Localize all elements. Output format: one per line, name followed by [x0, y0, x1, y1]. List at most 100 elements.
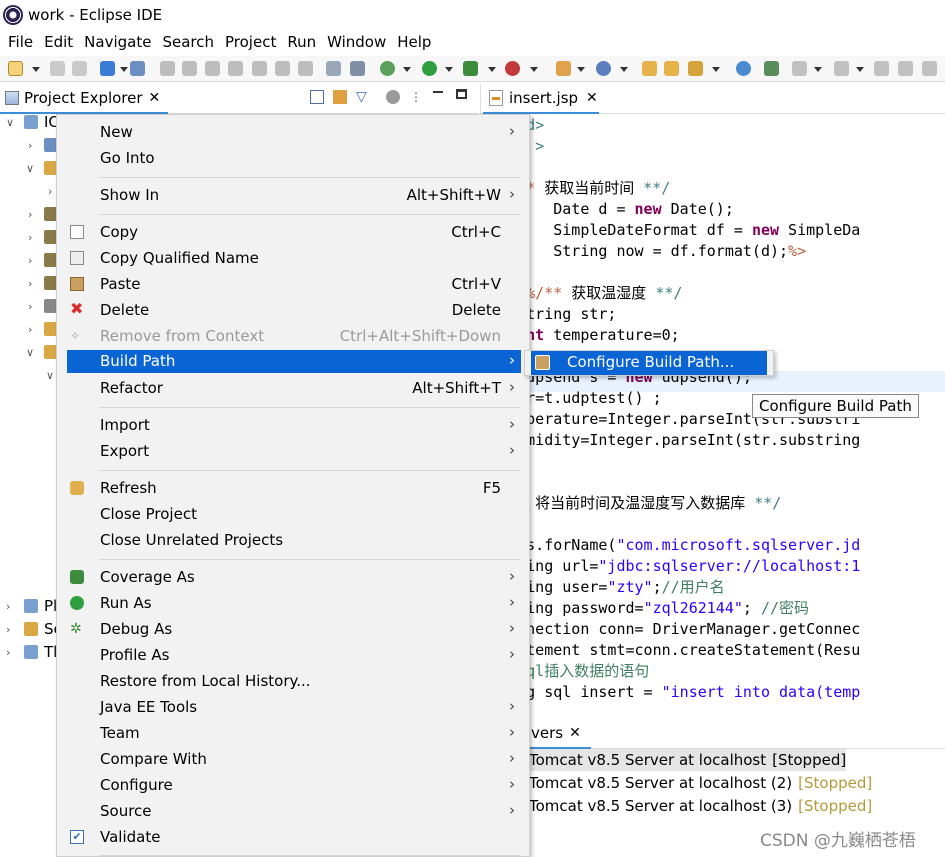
external-tools-icon[interactable] [505, 61, 520, 76]
open-resource-icon[interactable] [664, 61, 679, 76]
coverage-dropdown-icon[interactable] [488, 67, 496, 72]
server-item[interactable]: Tomcat v8.5 Server at localhost (3) [Stop… [529, 795, 872, 817]
coverage-icon[interactable] [463, 61, 478, 76]
debug-dropdown-icon[interactable] [403, 67, 411, 72]
collapse-all-icon[interactable] [310, 90, 324, 104]
resume-icon[interactable] [160, 61, 175, 76]
task-icon[interactable] [764, 61, 779, 76]
menu-item-source[interactable]: Source › [67, 799, 521, 825]
menu-item-configure[interactable]: Configure › [67, 773, 521, 799]
menu-item-run-as[interactable]: Run As › [67, 591, 521, 617]
new-server-dropdown-icon[interactable] [577, 67, 585, 72]
menu-file[interactable]: File [8, 33, 33, 51]
chevron-right-icon[interactable]: › [6, 623, 10, 636]
server-item[interactable]: Tomcat v8.5 Server at localhost [Stopped] [529, 749, 847, 771]
menu-search[interactable]: Search [162, 33, 214, 51]
skip-breakpoints-icon[interactable] [130, 61, 145, 76]
chevron-right-icon[interactable]: › [28, 254, 32, 267]
tree-item[interactable]: ∨ [0, 342, 60, 364]
tree-item[interactable]: › [0, 227, 60, 249]
tree-item[interactable]: ∨ [0, 365, 60, 387]
menu-item-team[interactable]: Team › [67, 721, 521, 747]
tree-item-project-ic[interactable]: ∨ IC [0, 112, 60, 134]
menu-item-show-in[interactable]: Show In Alt+Shift+W › [67, 183, 521, 209]
forward-icon[interactable] [898, 61, 913, 76]
menu-edit[interactable]: Edit [44, 33, 73, 51]
chevron-right-icon[interactable]: › [6, 646, 10, 659]
view-menu-icon[interactable]: ⋮ [410, 90, 422, 104]
menu-run[interactable]: Run [287, 33, 316, 51]
save-icon[interactable] [50, 61, 65, 76]
chevron-right-icon[interactable]: › [28, 139, 32, 152]
menu-item-java-ee-tools[interactable]: Java EE Tools › [67, 695, 521, 721]
chevron-right-icon[interactable]: › [28, 231, 32, 244]
menu-item-new[interactable]: New › [67, 120, 521, 146]
open-type-icon[interactable] [642, 61, 657, 76]
menu-item-restore-from-local-history[interactable]: Restore from Local History... [67, 669, 521, 695]
menu-navigate[interactable]: Navigate [84, 33, 151, 51]
menu-item-refresh[interactable]: Refresh F5 [67, 476, 521, 502]
tree-item-project-pl[interactable]: › Pl [0, 596, 60, 618]
new-class-dropdown-icon[interactable] [620, 67, 628, 72]
minimize-icon[interactable] [433, 91, 443, 93]
tree-item-servers[interactable]: › Se [0, 619, 63, 641]
tree-item[interactable]: › [0, 319, 60, 341]
build-all-icon[interactable] [350, 61, 365, 76]
menu-item-copy[interactable]: Copy Ctrl+C [67, 220, 521, 246]
search-dropdown-icon[interactable] [712, 67, 720, 72]
focus-icon[interactable] [386, 90, 400, 104]
step-over-icon[interactable] [275, 61, 290, 76]
close-icon[interactable]: ✕ [586, 90, 598, 106]
save-all-icon[interactable] [72, 61, 87, 76]
chevron-down-icon[interactable]: ∨ [6, 116, 14, 129]
chevron-down-icon[interactable]: ∨ [26, 162, 34, 175]
terminate-icon[interactable] [205, 61, 220, 76]
web-browser-icon[interactable] [736, 61, 751, 76]
disconnect-icon[interactable] [228, 61, 243, 76]
terminal-dropdown-icon[interactable] [120, 67, 128, 72]
previous-annotation-dropdown-icon[interactable] [856, 67, 864, 72]
menu-item-refactor[interactable]: Refactor Alt+Shift+T › [67, 376, 521, 402]
menu-item-close-project[interactable]: Close Project [67, 502, 521, 528]
new-icon[interactable] [8, 61, 23, 76]
filter-icon[interactable]: ▽ [356, 89, 367, 105]
pin-editor-icon[interactable] [922, 61, 937, 76]
menu-item-close-unrelated-projects[interactable]: Close Unrelated Projects [67, 528, 521, 554]
maximize-icon[interactable] [456, 89, 467, 99]
chevron-down-icon[interactable]: ∨ [26, 346, 34, 359]
run-dropdown-icon[interactable] [445, 67, 453, 72]
tree-item[interactable]: › [0, 273, 60, 295]
menu-item-go-into[interactable]: Go Into [67, 146, 521, 172]
chevron-right-icon[interactable]: › [28, 208, 32, 221]
chevron-right-icon[interactable]: › [48, 185, 52, 198]
menu-item-paste[interactable]: Paste Ctrl+V [67, 272, 521, 298]
tree-item-project-tl[interactable]: › Tl [0, 642, 60, 664]
new-server-icon[interactable] [556, 61, 571, 76]
menu-item-import[interactable]: Import › [67, 413, 521, 439]
debug-icon[interactable] [380, 61, 395, 76]
new-dropdown-icon[interactable] [32, 67, 40, 72]
tree-item[interactable]: › [0, 204, 60, 226]
menu-item-export[interactable]: Export › [67, 439, 521, 465]
next-annotation-dropdown-icon[interactable] [814, 67, 822, 72]
new-class-icon[interactable] [596, 61, 611, 76]
search-icon[interactable] [688, 61, 703, 76]
tree-item[interactable]: › [0, 135, 60, 157]
external-tools-dropdown-icon[interactable] [530, 67, 538, 72]
chevron-right-icon[interactable]: › [28, 277, 32, 290]
menu-item-debug-as[interactable]: ✲ Debug As › [67, 617, 521, 643]
tree-item[interactable]: › [0, 250, 60, 272]
menu-help[interactable]: Help [397, 33, 431, 51]
back-icon[interactable] [874, 61, 889, 76]
step-return-icon[interactable] [298, 61, 313, 76]
menu-item-delete[interactable]: ✖ Delete Delete [67, 298, 521, 324]
terminal-icon[interactable] [100, 61, 115, 76]
tree-item[interactable]: ∨ [0, 158, 60, 180]
menu-item-validate[interactable]: ✔ Validate [67, 825, 521, 851]
menu-item-build-path[interactable]: Build Path › [67, 350, 521, 373]
menu-item-copy-qualified-name[interactable]: Copy Qualified Name [67, 246, 521, 272]
suspend-icon[interactable] [182, 61, 197, 76]
menu-item-coverage-as[interactable]: Coverage As › [67, 565, 521, 591]
next-annotation-icon[interactable] [792, 61, 807, 76]
run-icon[interactable] [422, 61, 437, 76]
